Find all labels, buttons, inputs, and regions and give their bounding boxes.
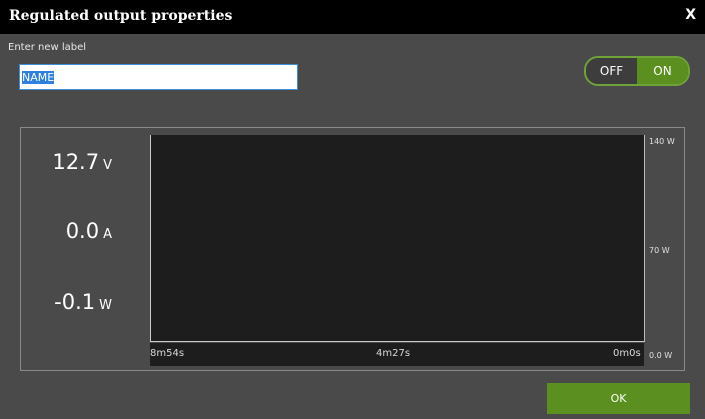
y-tick-label: 70 W (649, 246, 670, 255)
dialog-title: Regulated output properties (9, 8, 233, 24)
power-unit: W (99, 298, 112, 313)
voltage-value: 12.7 (52, 150, 100, 174)
voltage-unit: V (103, 158, 112, 173)
current-value: 0.0 (65, 219, 100, 243)
current-unit: A (103, 227, 112, 242)
label-caption: Enter new label (8, 42, 87, 53)
properties-dialog: Regulated output properties X Enter new … (0, 0, 705, 419)
close-icon[interactable]: X (685, 7, 696, 23)
label-input[interactable] (19, 64, 298, 90)
power-reading: -0.1 W (0, 290, 112, 314)
power-chart-plot (150, 135, 644, 342)
x-tick-label: 0m0s (613, 348, 641, 359)
x-tick-label: 4m27s (376, 348, 411, 359)
power-value: -0.1 (54, 290, 96, 314)
y-tick-label: 0.0 W (649, 351, 673, 360)
right-y-axis (644, 135, 645, 342)
toggle-off-option[interactable]: OFF (586, 58, 637, 84)
toggle-on-option[interactable]: ON (637, 58, 688, 84)
y-tick-label: 140 W (649, 137, 675, 146)
ok-button[interactable]: OK (547, 383, 690, 414)
on-off-toggle[interactable]: OFF ON (584, 56, 690, 86)
voltage-reading: 12.7 V (0, 150, 112, 174)
title-bar: Regulated output properties X (0, 0, 705, 34)
current-reading: 0.0 A (0, 219, 112, 243)
x-tick-label: 8m54s (150, 348, 185, 359)
